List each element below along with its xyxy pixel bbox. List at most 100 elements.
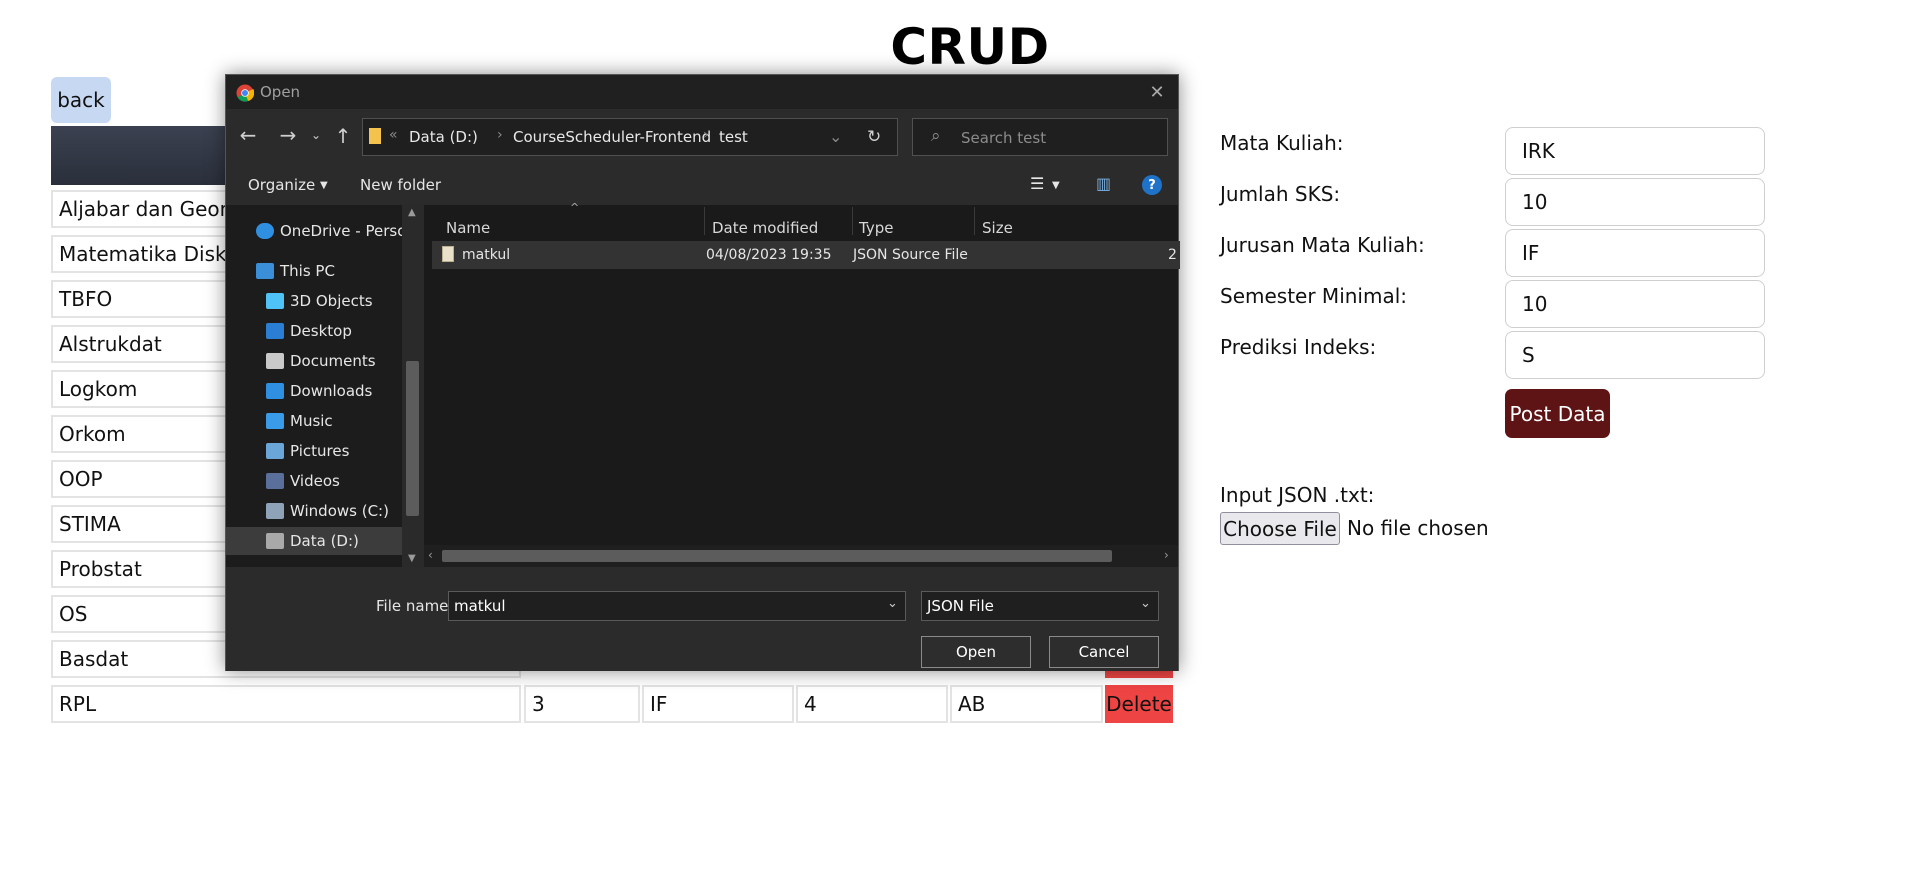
nav-item-label: Pictures bbox=[290, 442, 350, 460]
forward-arrow-icon[interactable]: → bbox=[276, 123, 300, 147]
open-file-dialog: Open ✕ ← → ⌄ ↑ « Data (D:) › CourseSched… bbox=[225, 74, 1180, 671]
breadcrumb-item[interactable]: CourseScheduler-Frontend bbox=[513, 128, 711, 146]
pictures-icon bbox=[266, 443, 284, 459]
dialog-titlebar[interactable]: Open ✕ bbox=[226, 75, 1178, 109]
documents-icon bbox=[266, 353, 284, 369]
nav-scrollbar-thumb[interactable] bbox=[406, 361, 419, 516]
dialog-footer: File name: matkul ⌄ JSON File ⌄ Open Can… bbox=[226, 567, 1178, 671]
column-divider bbox=[704, 207, 705, 235]
drive-icon bbox=[266, 533, 284, 549]
post-data-button[interactable]: Post Data bbox=[1505, 389, 1610, 438]
column-header-date[interactable]: Date modified bbox=[712, 219, 818, 237]
videos-icon bbox=[266, 473, 284, 489]
cloud-icon bbox=[256, 223, 274, 239]
column-header-type[interactable]: Type bbox=[859, 219, 893, 237]
scroll-right-icon[interactable]: › bbox=[1164, 548, 1169, 562]
chrome-icon bbox=[236, 84, 254, 102]
navigation-pane: OneDrive - Person This PC 3D Objects Des… bbox=[226, 205, 416, 567]
nav-item-label: OneDrive - Person bbox=[280, 222, 416, 240]
nav-item-label: Videos bbox=[290, 472, 340, 490]
nav-item-label: Music bbox=[290, 412, 333, 430]
view-options-icon[interactable]: ☰ bbox=[1030, 174, 1044, 193]
sks-input[interactable]: 10 bbox=[1505, 178, 1765, 226]
json-input-label: Input JSON .txt: bbox=[1220, 483, 1375, 507]
breadcrumb-item[interactable]: test bbox=[719, 128, 748, 146]
desktop-icon bbox=[266, 323, 284, 339]
open-button[interactable]: Open bbox=[921, 636, 1031, 668]
view-dropdown-icon[interactable]: ▼ bbox=[1052, 180, 1060, 191]
scroll-down-icon[interactable]: ▼ bbox=[408, 553, 416, 564]
table-cell-sks: 3 bbox=[524, 685, 640, 723]
dialog-title: Open bbox=[260, 83, 301, 101]
file-list: ^ Name Date modified Type Size matkul 04… bbox=[424, 201, 1180, 567]
preview-pane-icon[interactable]: ▥ bbox=[1096, 174, 1111, 193]
delete-button[interactable]: Delete bbox=[1105, 685, 1173, 723]
table-cell-jurusan: IF bbox=[642, 685, 794, 723]
sks-label: Jumlah SKS: bbox=[1220, 182, 1341, 206]
up-arrow-icon[interactable]: ↑ bbox=[332, 123, 354, 149]
choose-file-button[interactable]: Choose File bbox=[1220, 512, 1340, 545]
semester-input[interactable]: 10 bbox=[1505, 280, 1765, 328]
chevron-down-icon[interactable]: ⌄ bbox=[829, 127, 842, 146]
help-icon[interactable]: ? bbox=[1142, 175, 1162, 195]
scroll-up-icon[interactable]: ▲ bbox=[408, 207, 416, 218]
file-type: JSON Source File bbox=[853, 247, 968, 263]
cancel-button[interactable]: Cancel bbox=[1049, 636, 1159, 668]
nav-item-label: Data (D:) bbox=[290, 532, 359, 550]
no-file-text: No file chosen bbox=[1347, 516, 1489, 540]
file-name-label: File name: bbox=[376, 597, 454, 615]
column-header-name[interactable]: Name bbox=[446, 219, 490, 237]
chevron-right-icon: › bbox=[497, 127, 503, 143]
recent-dropdown-icon[interactable]: ⌄ bbox=[308, 125, 324, 145]
mata-kuliah-label: Mata Kuliah: bbox=[1220, 131, 1344, 155]
nav-item-label: This PC bbox=[280, 262, 335, 280]
new-folder-button[interactable]: New folder bbox=[360, 176, 441, 194]
horizontal-scrollbar-thumb[interactable] bbox=[442, 550, 1112, 562]
nav-item-label: Desktop bbox=[290, 322, 352, 340]
cube-icon bbox=[266, 293, 284, 309]
file-size: 2 bbox=[1168, 247, 1177, 263]
file-name: matkul bbox=[462, 247, 511, 263]
chevron-right-icon: › bbox=[703, 127, 709, 143]
jurusan-input[interactable]: IF bbox=[1505, 229, 1765, 277]
page-title: CRUD bbox=[890, 18, 1050, 76]
column-divider bbox=[852, 207, 853, 235]
horizontal-scrollbar[interactable]: ‹ › bbox=[424, 545, 1178, 567]
json-file-icon bbox=[442, 246, 454, 262]
search-placeholder: Search test bbox=[961, 129, 1047, 147]
indeks-label: Prediksi Indeks: bbox=[1220, 335, 1377, 359]
close-icon[interactable]: ✕ bbox=[1144, 80, 1170, 104]
nav-item-label: Windows (C:) bbox=[290, 502, 389, 520]
computer-icon bbox=[256, 263, 274, 279]
scroll-left-icon[interactable]: ‹ bbox=[428, 548, 433, 562]
indeks-input[interactable]: S bbox=[1505, 331, 1765, 379]
back-arrow-icon[interactable]: ← bbox=[236, 123, 260, 147]
nav-item-label: 3D Objects bbox=[290, 292, 373, 310]
dialog-navbar: ← → ⌄ ↑ « Data (D:) › CourseScheduler-Fr… bbox=[226, 109, 1178, 165]
breadcrumb-item[interactable]: Data (D:) bbox=[409, 128, 478, 146]
nav-item-data-d[interactable]: Data (D:) bbox=[226, 527, 402, 555]
mata-kuliah-input[interactable]: IRK bbox=[1505, 127, 1765, 175]
table-cell-semester: 4 bbox=[796, 685, 948, 723]
file-type-select[interactable]: JSON File ⌄ bbox=[921, 591, 1159, 621]
file-name-input[interactable]: matkul ⌄ bbox=[448, 591, 906, 621]
download-icon bbox=[266, 383, 284, 399]
address-bar[interactable]: « Data (D:) › CourseScheduler-Frontend ›… bbox=[362, 118, 898, 156]
organize-button[interactable]: Organize bbox=[248, 176, 315, 194]
music-icon bbox=[266, 413, 284, 429]
jurusan-label: Jurusan Mata Kuliah: bbox=[1220, 233, 1425, 257]
nav-item-label: Documents bbox=[290, 352, 376, 370]
table-cell-indeks: AB bbox=[950, 685, 1103, 723]
file-type-value: JSON File bbox=[927, 597, 994, 615]
drive-icon bbox=[266, 503, 284, 519]
file-name-value: matkul bbox=[454, 597, 506, 615]
chevron-left-icon: « bbox=[389, 127, 398, 143]
chevron-down-icon[interactable]: ⌄ bbox=[887, 596, 898, 611]
file-row[interactable]: matkul 04/08/2023 19:35 JSON Source File… bbox=[432, 241, 1180, 269]
sort-caret-icon: ^ bbox=[570, 201, 580, 214]
refresh-icon[interactable]: ↻ bbox=[867, 127, 881, 147]
search-input[interactable]: ⌕ Search test bbox=[912, 118, 1168, 156]
column-header-size[interactable]: Size bbox=[982, 219, 1013, 237]
column-divider bbox=[974, 207, 975, 235]
back-button[interactable]: back bbox=[51, 77, 111, 123]
